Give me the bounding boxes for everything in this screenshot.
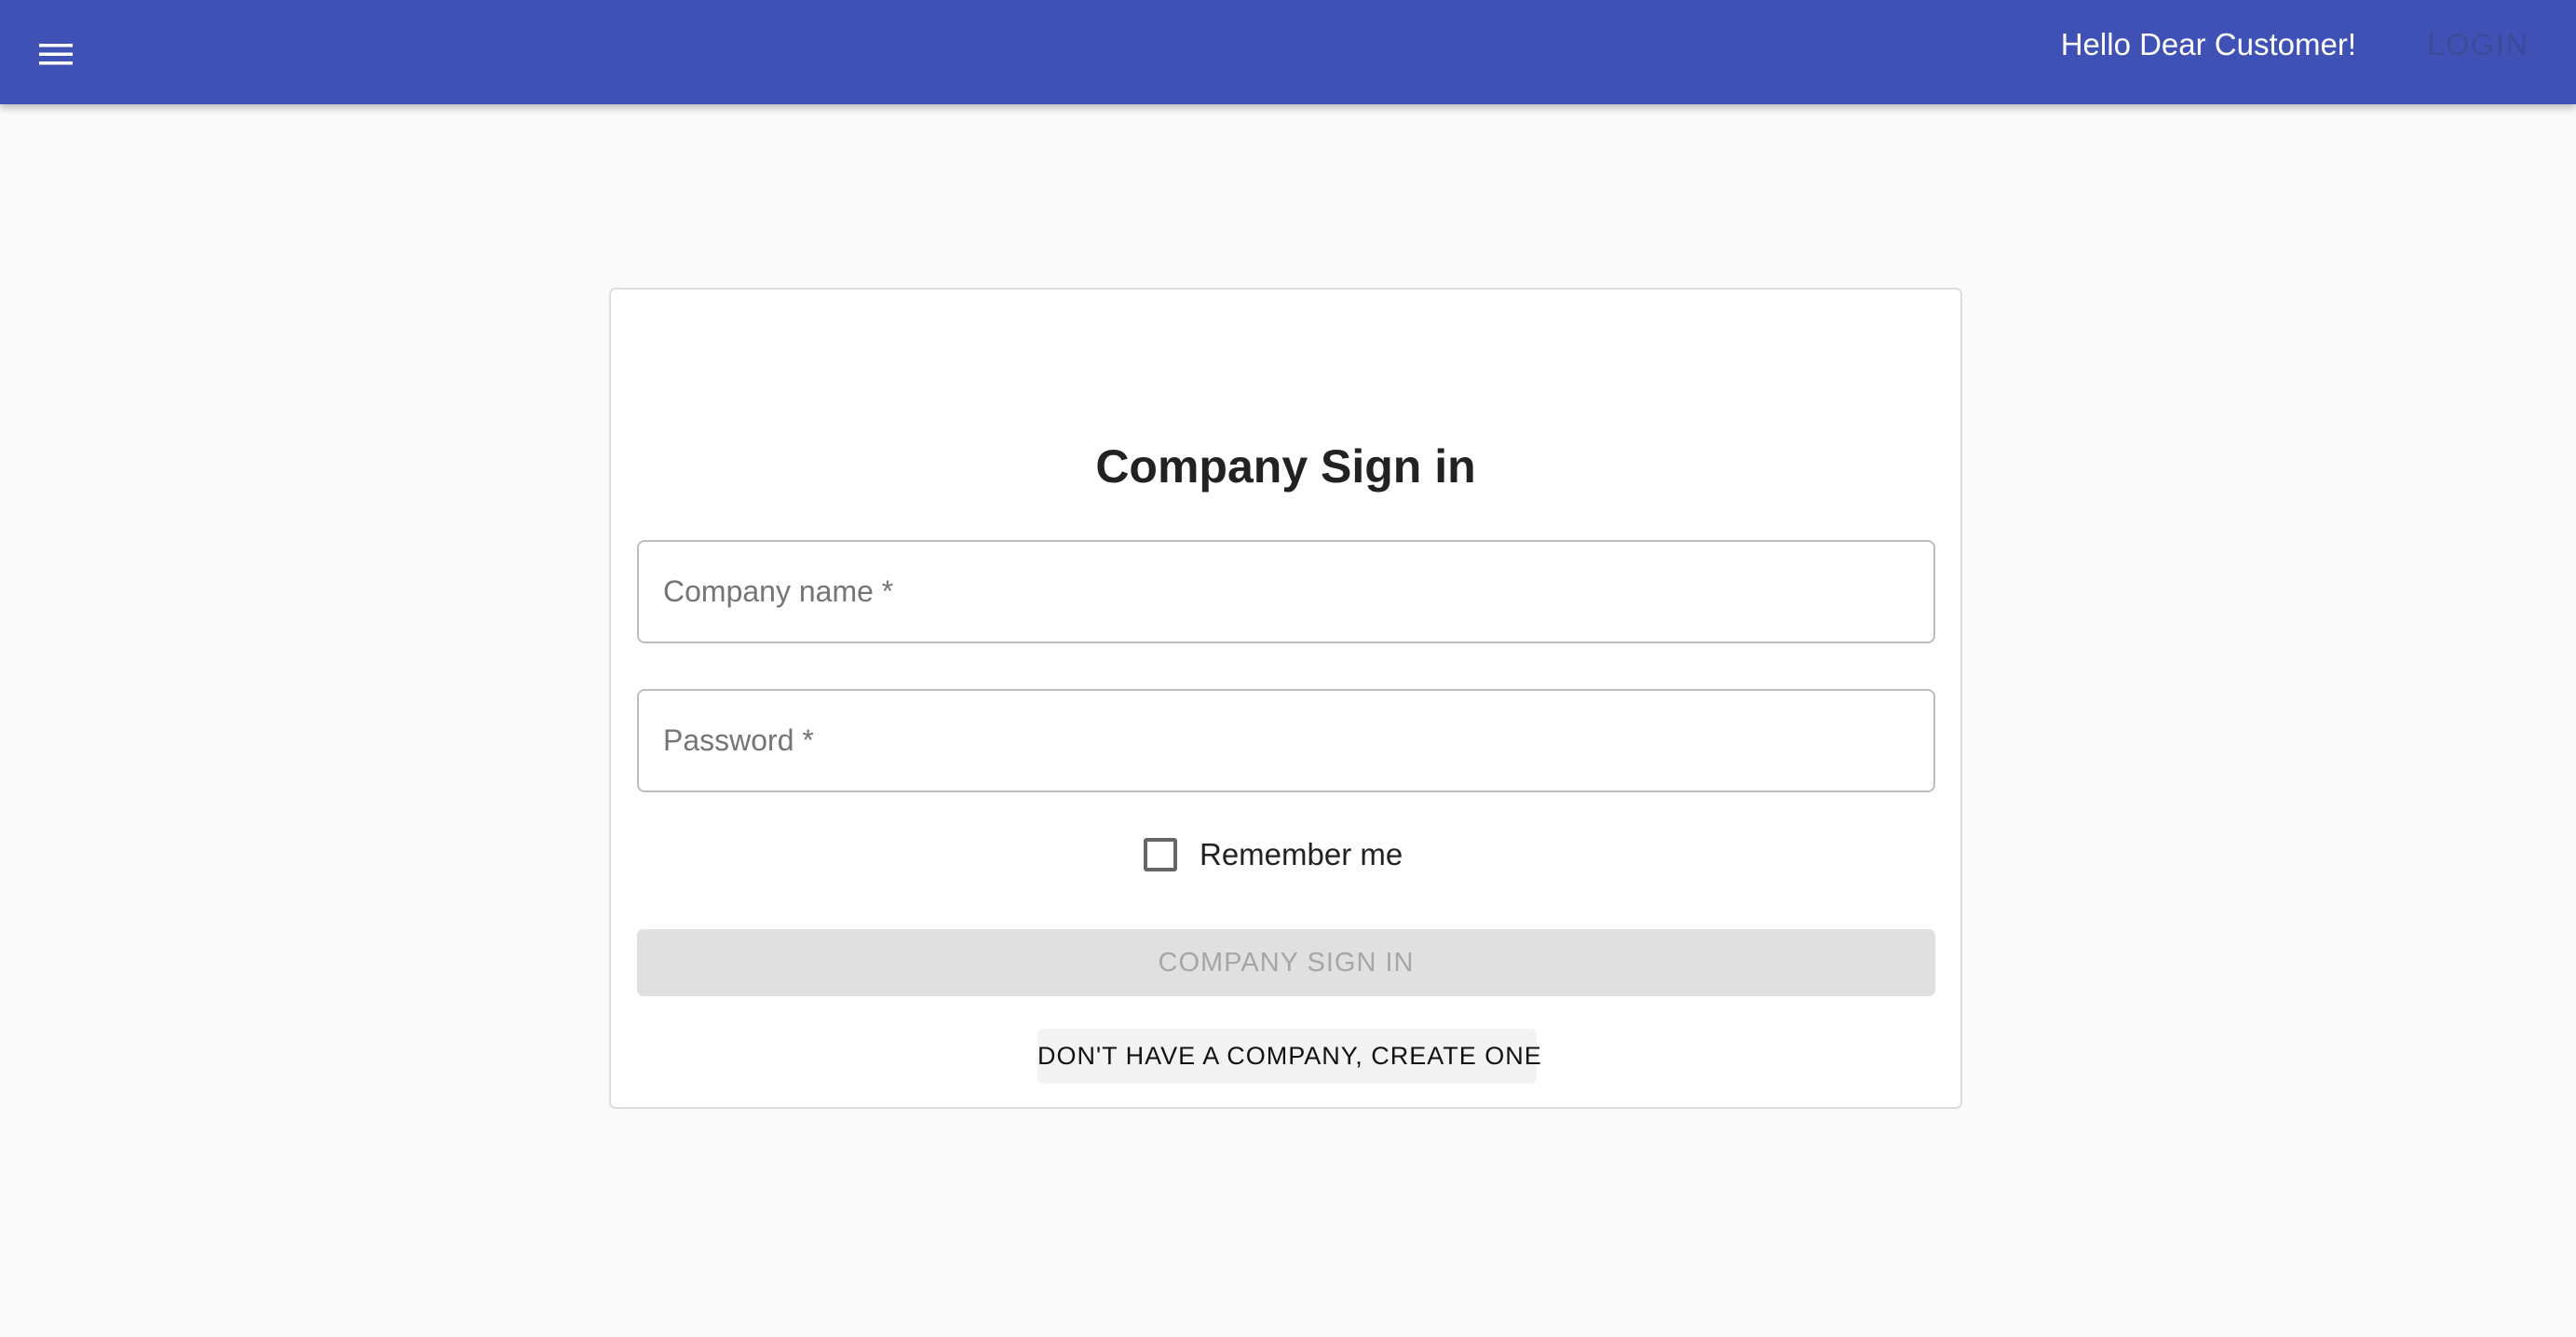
remember-me-toggle[interactable]: Remember me <box>1144 827 1403 883</box>
page-title: Company Sign in <box>1095 440 1476 493</box>
company-name-input[interactable] <box>639 542 1933 641</box>
password-field <box>637 689 1935 792</box>
remember-me-label: Remember me <box>1200 837 1403 871</box>
company-name-field <box>637 540 1935 643</box>
login-button[interactable]: LOGIN <box>2412 19 2544 71</box>
create-company-button[interactable]: DON'T HAVE A COMPANY, CREATE ONE <box>1037 1029 1541 1084</box>
hamburger-menu-icon <box>39 44 73 65</box>
menu-button[interactable] <box>20 19 91 89</box>
password-input[interactable] <box>639 691 1933 790</box>
sign-in-card: Company Sign in Remember me COMPANY SIGN… <box>609 288 1962 1109</box>
greeting-text: Hello Dear Customer! <box>2060 27 2356 61</box>
remember-me-checkbox[interactable] <box>1144 838 1177 871</box>
app-bar: Hello Dear Customer! LOGIN <box>0 0 2576 104</box>
company-sign-in-button[interactable]: COMPANY SIGN IN <box>637 929 1935 996</box>
